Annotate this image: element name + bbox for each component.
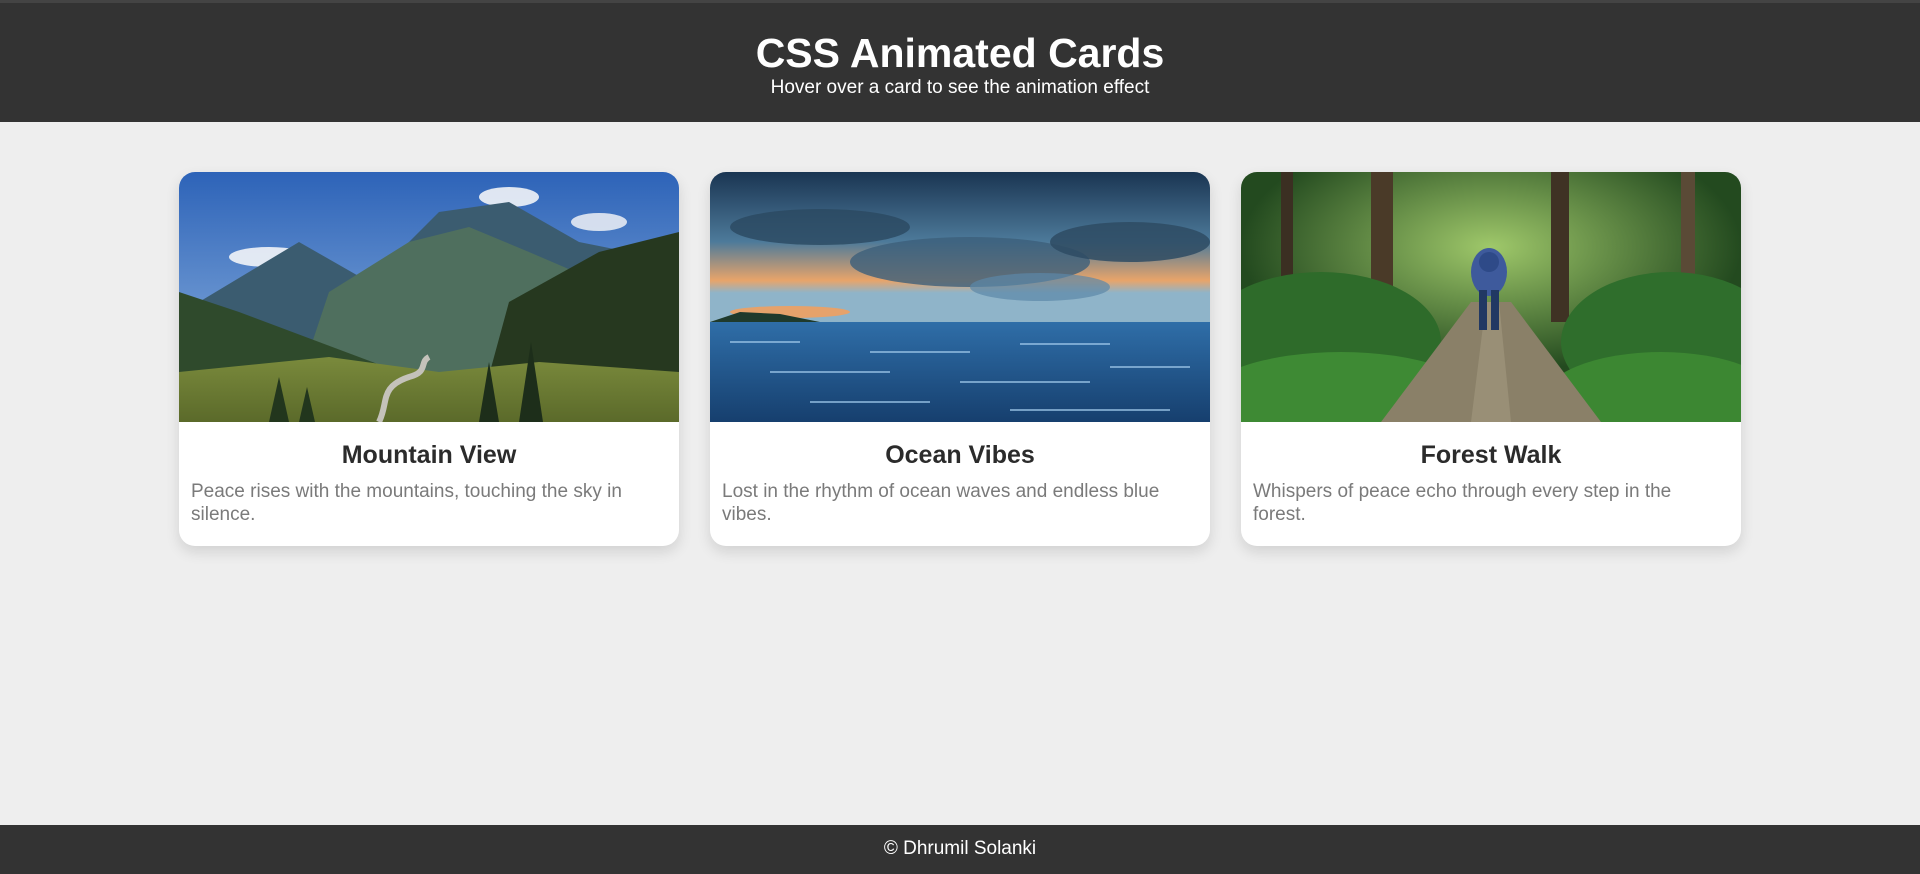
page-subtitle: Hover over a card to see the animation e… <box>770 77 1150 98</box>
mountain-view-image <box>179 172 679 422</box>
card-description: Whispers of peace echo through every ste… <box>1253 481 1672 525</box>
card-forest-walk[interactable]: Forest Walk Whispers of peace echo throu… <box>1241 172 1741 546</box>
forest-walk-image <box>1241 172 1741 422</box>
cards-container: Mountain View Peace rises with the mount… <box>0 172 1920 546</box>
footer-copyright: © Dhrumil Solanki <box>883 838 1037 859</box>
page-header: CSS Animated Cards Hover over a card to … <box>0 0 1920 122</box>
ocean-vibes-image <box>710 172 1210 422</box>
card-description: Lost in the rhythm of ocean waves and en… <box>722 481 1160 525</box>
card-description: Peace rises with the mountains, touching… <box>191 481 622 525</box>
page-footer: © Dhrumil Solanki <box>0 825 1920 874</box>
card-title: Ocean Vibes <box>885 441 1035 469</box>
card-title: Mountain View <box>341 441 517 469</box>
page-title: CSS Animated Cards <box>755 30 1165 76</box>
card-title: Forest Walk <box>1420 441 1562 469</box>
card-ocean-vibes[interactable]: Ocean Vibes Lost in the rhythm of ocean … <box>710 172 1210 546</box>
card-mountain-view[interactable]: Mountain View Peace rises with the mount… <box>179 172 679 546</box>
